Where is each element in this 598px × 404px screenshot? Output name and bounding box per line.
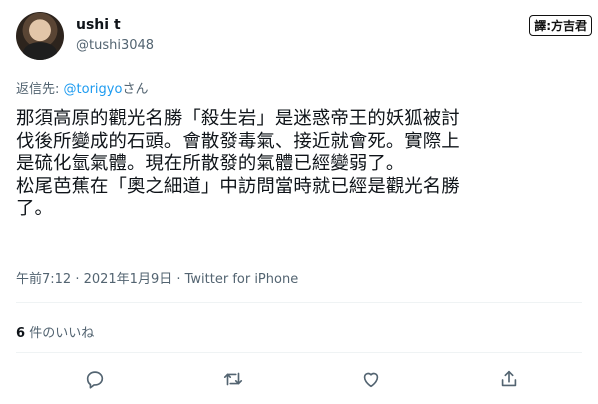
reply-button[interactable] [78,362,112,396]
divider [16,352,582,353]
like-icon [360,368,382,390]
reply-suffix: さん [122,82,149,97]
tweet-timestamp[interactable]: 午前7:12 · 2021年1月9日 · Twitter for iPhone [16,268,298,287]
translator-watermark: 譯:方吉君 [529,15,592,36]
author-name[interactable]: ushi t [76,17,121,33]
likes-number: 6 [16,326,26,341]
likes-label: 件のいいね [29,326,95,341]
reply-context: 返信先: @torigyoさん [16,78,148,97]
like-button[interactable] [354,362,388,396]
reply-mention-link[interactable]: @torigyo [64,82,123,97]
divider [16,302,582,303]
likes-count[interactable]: 6 件のいいね [16,322,94,341]
reply-icon [84,368,106,390]
tweet-text: 那須高原的觀光名勝「殺生岩」是迷惑帝王的妖狐被討 伐後所變成的石頭。會散發毒氣、… [16,108,460,219]
retweet-icon [222,368,244,390]
avatar[interactable] [16,12,64,60]
share-icon [498,368,520,390]
reply-prefix: 返信先: [16,82,60,97]
author-handle[interactable]: @tushi3048 [76,38,154,53]
retweet-button[interactable] [216,362,250,396]
share-button[interactable] [492,362,526,396]
tweet-actions [16,362,582,396]
